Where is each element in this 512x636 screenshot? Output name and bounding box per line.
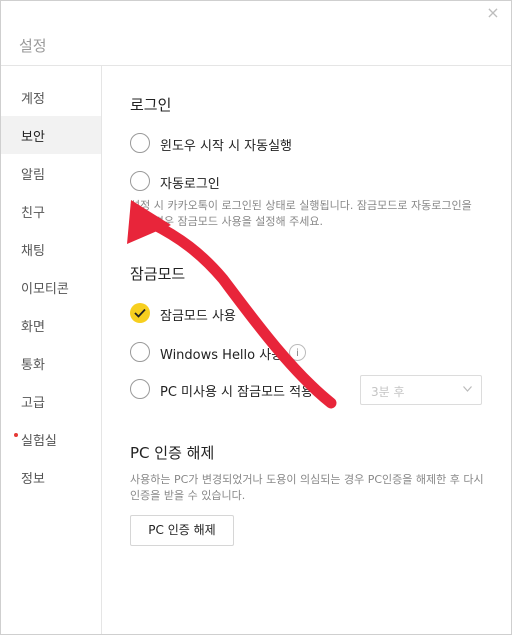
pc-idle-lock-radio[interactable] — [130, 379, 150, 399]
sidebar-item-calls[interactable]: 통화 — [1, 344, 101, 382]
auto-start-radio[interactable] — [130, 133, 150, 153]
idle-time-value: 3분 후 — [371, 385, 405, 399]
sidebar-item-label: 정보 — [21, 472, 45, 487]
auto-login-radio[interactable] — [130, 171, 150, 191]
pc-idle-lock-label: PC 미사용 시 잠금모드 적용 — [160, 385, 314, 400]
sidebar-item-label: 통화 — [21, 358, 45, 373]
sidebar-item-label: 고급 — [21, 396, 45, 411]
pc-auth-release-button[interactable]: PC 인증 해제 — [130, 515, 234, 546]
pc-auth-description: 사용하는 PC가 변경되었거나 도용이 의심되는 경우 PC인증을 해제한 후 … — [130, 473, 484, 502]
sidebar-item-label: 채팅 — [21, 244, 45, 259]
sidebar-item-info[interactable]: 정보 — [1, 458, 101, 496]
sidebar-item-label: 실험실 — [21, 434, 57, 449]
sidebar-item-label: 계정 — [21, 92, 45, 107]
sidebar-item-labs[interactable]: 실험실 — [1, 420, 101, 458]
sidebar-item-security[interactable]: 보안 — [1, 116, 101, 154]
login-section-title: 로그인 — [130, 96, 172, 114]
settings-content: 로그인 윈도우 시작 시 자동실행 자동로그인 설정 시 카카오톡이 로그인된 … — [102, 66, 511, 634]
lock-mode-section-title: 잠금모드 — [130, 265, 186, 283]
sidebar-item-account[interactable]: 계정 — [1, 78, 101, 116]
sidebar-item-friends[interactable]: 친구 — [1, 192, 101, 230]
sidebar-item-display[interactable]: 화면 — [1, 306, 101, 344]
title-bar: 설정 × — [1, 1, 511, 66]
idle-time-select[interactable]: 3분 후 — [360, 375, 482, 405]
chevron-down-icon — [463, 386, 472, 392]
windows-hello-radio[interactable] — [130, 342, 150, 362]
window-title: 설정 — [19, 37, 47, 55]
sidebar-item-label: 알림 — [21, 168, 45, 183]
sidebar-item-label: 친구 — [21, 206, 45, 221]
sidebar: 계정 보안 알림 친구 채팅 이모티콘 화면 통화 고급 실험실 정보 — [1, 66, 102, 634]
new-badge-dot — [14, 433, 18, 437]
use-lock-mode-checkbox[interactable] — [130, 303, 150, 323]
settings-window: 설정 × 계정 보안 알림 친구 채팅 이모티콘 화면 통화 고급 실험실 정보… — [0, 0, 512, 635]
sidebar-item-notifications[interactable]: 알림 — [1, 154, 101, 192]
pc-auth-section-title: PC 인증 해제 — [130, 444, 215, 462]
use-lock-mode-label: 잠금모드 사용 — [160, 309, 236, 324]
close-icon[interactable]: × — [485, 5, 501, 21]
windows-hello-label: Windows Hello 사용 — [160, 348, 284, 363]
check-icon — [134, 308, 146, 318]
sidebar-item-chat[interactable]: 채팅 — [1, 230, 101, 268]
sidebar-item-label: 이모티콘 — [21, 282, 69, 297]
auto-login-label: 자동로그인 — [160, 177, 220, 192]
auto-start-label: 윈도우 시작 시 자동실행 — [160, 139, 292, 154]
sidebar-item-label: 화면 — [21, 320, 45, 335]
sidebar-item-label: 보안 — [21, 130, 45, 145]
sidebar-item-advanced[interactable]: 고급 — [1, 382, 101, 420]
info-icon[interactable]: i — [289, 344, 306, 361]
sidebar-item-emoticons[interactable]: 이모티콘 — [1, 268, 101, 306]
auto-login-description: 설정 시 카카오톡이 로그인된 상태로 실행됩니다. 잠금모드로 자동로그인을 … — [130, 199, 472, 228]
